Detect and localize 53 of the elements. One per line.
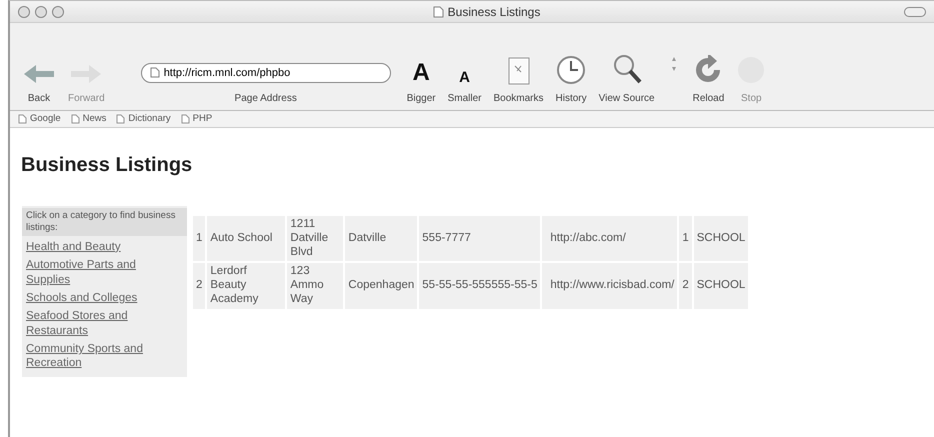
table-cell: 2 — [679, 263, 692, 309]
page-icon — [116, 114, 126, 124]
table-cell: http://www.ricisbad.com/ — [542, 263, 678, 309]
table-cell: 1211 Datville Blvd — [287, 216, 344, 262]
view-source-button[interactable]: View Source — [594, 53, 659, 106]
table-cell: Copenhagen — [345, 263, 418, 309]
history-button[interactable]: History — [552, 55, 591, 106]
zoom-button[interactable] — [52, 6, 64, 18]
category-link[interactable]: Automotive Parts and Supplies — [26, 258, 183, 287]
table-cell: 555-7777 — [419, 216, 540, 262]
page-icon — [432, 6, 444, 18]
table-cell: Lerdorf Beauty Academy — [207, 263, 286, 309]
back-button[interactable]: Back — [18, 63, 60, 106]
page-icon — [18, 114, 27, 124]
bookmark-link[interactable]: Dictionary — [114, 112, 173, 126]
page-icon — [180, 114, 190, 124]
bookmark-link[interactable]: Google — [16, 112, 63, 126]
bookmarks-button[interactable]: Bookmarks — [490, 57, 548, 106]
text-size-icon: A — [412, 61, 430, 85]
category-link[interactable]: Seafood Stores and Restaurants — [26, 309, 183, 338]
bigger-text-button[interactable]: A Bigger — [402, 61, 440, 106]
category-link[interactable]: Schools and Colleges — [26, 290, 183, 306]
back-arrow-icon — [22, 63, 56, 85]
text-size-icon: A — [459, 70, 470, 85]
address-field[interactable]: http://ricm.mnl.com/phpbo — [140, 63, 391, 83]
bookmark-link[interactable]: PHP — [178, 112, 214, 126]
smaller-text-button[interactable]: A Smaller — [444, 70, 486, 106]
table-cell: 2 — [193, 263, 206, 309]
table-cell: 123 Ammo Way — [287, 263, 344, 309]
table-cell: 1 — [679, 216, 692, 262]
category-link[interactable]: Community Sports and Recreation — [26, 342, 183, 371]
clock-icon — [556, 55, 586, 85]
page-icon — [70, 114, 80, 124]
reload-button[interactable]: Reload — [688, 55, 728, 106]
table-cell: SCHOOL — [694, 216, 748, 262]
address-label: Page Address — [234, 92, 297, 106]
category-link[interactable]: Health and Beauty — [26, 240, 183, 254]
book-icon — [508, 57, 530, 85]
table-cell: http://abc.com/ — [542, 216, 678, 262]
table-cell: 1 — [193, 216, 206, 262]
page-heading: Business Listings — [21, 153, 194, 178]
toolbar-toggle-button[interactable] — [904, 6, 926, 16]
minimize-button[interactable] — [35, 6, 47, 18]
page-icon — [150, 67, 160, 78]
sidebar-prompt: Click on a category to find business listings: — [22, 208, 187, 236]
stepper-icon[interactable] — [670, 56, 677, 72]
bookmark-link[interactable]: News — [68, 112, 108, 126]
table-cell: SCHOOL — [694, 263, 748, 309]
table-cell: 55-55-55-555555-55-5 — [419, 263, 540, 309]
table-cell: Datville — [345, 216, 418, 262]
table-cell: Auto School — [207, 216, 286, 262]
window-title: Business Listings — [448, 4, 540, 20]
close-button[interactable] — [18, 6, 30, 18]
